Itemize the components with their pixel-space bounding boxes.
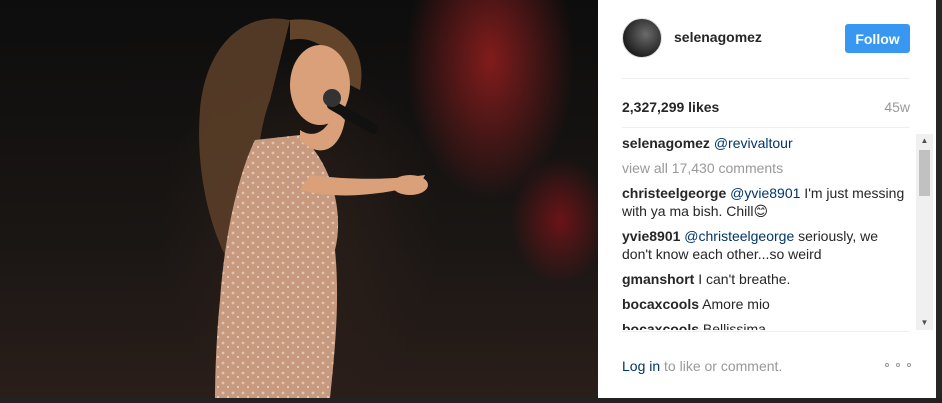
comment-user[interactable]: christeelgeorge [622, 185, 726, 201]
scroll-thumb[interactable] [919, 150, 930, 196]
comment-text: Bellissima [702, 321, 766, 330]
comment-user[interactable]: bocaxcools [622, 296, 699, 312]
comment-item: christeelgeorge @yvie8901 I'm just messi… [622, 184, 912, 220]
dot-icon [907, 363, 911, 367]
follow-button[interactable]: Follow [845, 24, 910, 53]
caption-user[interactable]: selenagomez [622, 135, 710, 151]
comment-mention[interactable]: @yvie8901 [730, 185, 800, 201]
comment-item: bocaxcools Bellissima [622, 320, 912, 330]
comment-user[interactable]: bocaxcools [622, 321, 699, 330]
scroll-down-arrow-icon[interactable]: ▼ [916, 316, 933, 330]
comment-item: bocaxcools Amore mio [622, 295, 912, 313]
login-link[interactable]: Log in [622, 358, 660, 374]
more-options-icon[interactable] [885, 359, 911, 371]
username[interactable]: selenagomez [674, 29, 762, 45]
likes-divider [622, 127, 910, 128]
post-footer: Log in to like or comment. [598, 331, 936, 398]
post-photo[interactable] [0, 0, 598, 398]
comment-text: I can't breathe. [698, 271, 791, 287]
comment-item: yvie8901 @christeelgeorge seriously, we … [622, 227, 912, 263]
comment-text: Amore mio [702, 296, 770, 312]
comments-section: selenagomez @revivaltour view all 17,430… [622, 134, 912, 330]
comment-user[interactable]: yvie8901 [622, 228, 680, 244]
caption: selenagomez @revivaltour [622, 134, 912, 152]
comments-scrollbar[interactable]: ▲ ▼ [916, 134, 933, 330]
dot-icon [896, 363, 900, 367]
performer-illustration [199, 18, 428, 398]
comment-item: gmanshort I can't breathe. [622, 270, 912, 288]
scroll-up-arrow-icon[interactable]: ▲ [916, 134, 933, 148]
comment-list: christeelgeorge @yvie8901 I'm just messi… [622, 184, 912, 330]
bottom-edge [0, 398, 942, 403]
post-details-panel: selenagomez Follow 2,327,299 likes 45w s… [598, 0, 936, 398]
avatar[interactable] [622, 18, 662, 58]
window-edge [936, 0, 942, 403]
login-prompt: Log in to like or comment. [622, 358, 782, 374]
comment-user[interactable]: gmanshort [622, 271, 694, 287]
likes-count[interactable]: 2,327,299 likes [622, 99, 719, 115]
comment-mention[interactable]: @christeelgeorge [684, 228, 794, 244]
post-age[interactable]: 45w [884, 99, 910, 115]
view-all-comments-link[interactable]: view all 17,430 comments [622, 159, 912, 177]
dot-icon [885, 363, 889, 367]
login-prompt-text: to like or comment. [660, 358, 783, 374]
header-divider [622, 78, 910, 79]
caption-mention[interactable]: @revivaltour [714, 135, 793, 151]
post-header: selenagomez Follow [598, 0, 936, 78]
